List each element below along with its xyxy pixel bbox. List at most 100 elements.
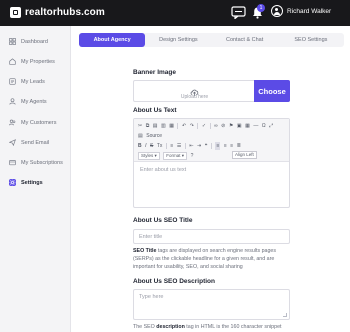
editor-toolbar: ✂ ⧉ ▤ ▥ ▦ ↶ ↷ ✓ ∞ ⊘ ⚑ ▣ ▦ ― Ω ⤢ ▤ Source…	[134, 119, 289, 162]
sidebar-item-send-email[interactable]: Send Email	[5, 136, 67, 149]
italic-icon[interactable]: I	[145, 142, 146, 150]
sidebar-item-label: Dashboard	[21, 38, 48, 45]
align-justify-icon[interactable]: ≣	[237, 142, 241, 150]
outdent-icon[interactable]: ⇤	[189, 142, 193, 150]
format-dropdown-label: Format	[166, 153, 181, 158]
sidebar-item-leads[interactable]: My Leads	[5, 75, 67, 88]
seo-desc-help-text: tag in HTML is the 160 character snippet	[184, 324, 282, 330]
seo-description-help: The SEO description tag in HTML is the 1…	[133, 323, 293, 331]
seo-description-placeholder: Type here	[139, 294, 164, 300]
upload-hint: Upload here	[180, 94, 209, 100]
format-dropdown[interactable]: Format ▾	[163, 152, 188, 160]
indent-icon[interactable]: ⇥	[197, 142, 201, 150]
user-menu[interactable]: Richard Walker	[271, 5, 331, 17]
sidebar-item-label: My Subscriptions	[21, 159, 63, 166]
paste-word-icon[interactable]: ▦	[169, 122, 174, 130]
table-icon[interactable]: ▦	[245, 122, 250, 130]
tab-about-agency[interactable]: About Agency	[79, 33, 146, 47]
styles-dropdown[interactable]: Styles ▾	[138, 152, 160, 160]
bold-icon[interactable]: B	[138, 142, 142, 150]
bullet-list-icon[interactable]: ☰	[177, 142, 181, 150]
tab-contact-chat[interactable]: Contact & Chat	[212, 33, 278, 47]
banner-image-label: Banner Image	[133, 69, 176, 76]
undo-icon[interactable]: ↶	[182, 122, 186, 130]
subscription-icon	[9, 159, 16, 166]
brand-logo[interactable]: realtorhubs.com	[10, 7, 105, 18]
sidebar-item-label: My Agents	[21, 98, 47, 105]
source-button[interactable]: Source	[146, 132, 162, 140]
chat-icon[interactable]	[231, 6, 246, 24]
redo-icon[interactable]: ↷	[190, 122, 194, 130]
cut-icon[interactable]: ✂	[138, 122, 142, 130]
help-icon[interactable]: ?	[191, 152, 194, 160]
sidebar-item-dashboard[interactable]: Dashboard	[5, 35, 67, 48]
sidebar-item-label: My Properties	[21, 58, 55, 65]
toolbar-divider	[177, 123, 179, 129]
anchor-icon[interactable]: ⚑	[229, 122, 233, 130]
resize-handle-icon[interactable]	[283, 313, 287, 317]
align-right-icon[interactable]: ≡	[230, 142, 233, 150]
top-bar: realtorhubs.com 1 Richard Walker	[0, 0, 350, 26]
image-icon[interactable]: ▣	[237, 122, 242, 130]
settings-icon	[9, 179, 16, 186]
editor-placeholder[interactable]: Enter about us text	[140, 167, 186, 173]
unlink-icon[interactable]: ⊘	[221, 122, 225, 130]
toolbar-divider	[184, 143, 186, 149]
banner-upload-field[interactable]: Upload here Choose	[133, 80, 290, 102]
toolbar-divider	[210, 143, 212, 149]
tab-seo-settings[interactable]: SEO Settings	[278, 33, 344, 47]
settings-tabs: About Agency Design Settings Contact & C…	[79, 33, 344, 47]
about-us-editor: ✂ ⧉ ▤ ▥ ▦ ↶ ↷ ✓ ∞ ⊘ ⚑ ▣ ▦ ― Ω ⤢ ▤ Source…	[133, 118, 290, 208]
special-char-icon[interactable]: Ω	[262, 122, 266, 130]
user-avatar-icon	[271, 5, 283, 17]
source-icon[interactable]: ▤	[138, 132, 143, 140]
blockquote-icon[interactable]: ❝	[205, 142, 208, 150]
home-icon	[9, 58, 16, 65]
seo-desc-help-pre: The SEO	[133, 324, 157, 330]
about-us-text-label: About Us Text	[133, 107, 177, 114]
sidebar-item-label: My Leads	[21, 78, 45, 85]
toolbar-divider	[165, 143, 167, 149]
styles-dropdown-label: Styles	[141, 153, 154, 158]
choose-button[interactable]: Choose	[254, 80, 290, 102]
horizontal-line-icon[interactable]: ―	[253, 122, 258, 130]
seo-title-input[interactable]: Enter title	[133, 229, 290, 244]
sidebar-item-label: My Customers	[21, 119, 57, 126]
align-left-icon[interactable]: ≡	[215, 142, 221, 150]
align-center-icon[interactable]: ≡	[224, 142, 227, 150]
logo-icon	[10, 7, 21, 18]
dashboard-icon	[9, 38, 16, 45]
user-name: Richard Walker	[287, 7, 332, 15]
numbered-list-icon[interactable]: ≡	[170, 142, 173, 150]
seo-title-label: About Us SEO Title	[133, 217, 193, 224]
seo-description-textarea[interactable]: Type here	[133, 289, 290, 320]
notification-badge: 1	[257, 4, 265, 12]
sidebar-item-label: Send Email	[21, 139, 50, 146]
sidebar-item-settings[interactable]: Settings	[5, 176, 67, 189]
customers-icon	[9, 119, 16, 126]
seo-title-help-bold: SEO Title	[133, 248, 157, 254]
sidebar-item-label: Settings	[21, 179, 43, 186]
paste-text-icon[interactable]: ▥	[161, 122, 166, 130]
toolbar-tooltip: Align Left	[232, 151, 257, 159]
sidebar-item-properties[interactable]: My Properties	[5, 55, 67, 68]
strike-icon[interactable]: S	[150, 142, 153, 150]
sidebar-item-customers[interactable]: My Customers	[5, 116, 67, 129]
spellcheck-icon[interactable]: ✓	[202, 122, 206, 130]
tab-design-settings[interactable]: Design Settings	[145, 33, 211, 47]
copy-icon[interactable]: ⧉	[146, 122, 150, 130]
maximize-icon[interactable]: ⤢	[269, 122, 273, 130]
toolbar-divider	[197, 123, 199, 129]
agent-icon	[9, 98, 16, 105]
remove-format-icon[interactable]: Tx	[157, 142, 163, 150]
toolbar-divider	[209, 123, 211, 129]
seo-description-label: About Us SEO Description	[133, 278, 215, 285]
sidebar: Dashboard My Properties My Leads My Agen…	[0, 26, 71, 332]
sidebar-item-agents[interactable]: My Agents	[5, 95, 67, 108]
seo-desc-help-bold: description	[156, 324, 185, 330]
link-icon[interactable]: ∞	[214, 122, 218, 130]
sidebar-item-subscriptions[interactable]: My Subscriptions	[5, 156, 67, 169]
brand-name: realtorhubs.com	[25, 7, 105, 18]
send-icon	[9, 139, 16, 146]
paste-icon[interactable]: ▤	[153, 122, 158, 130]
